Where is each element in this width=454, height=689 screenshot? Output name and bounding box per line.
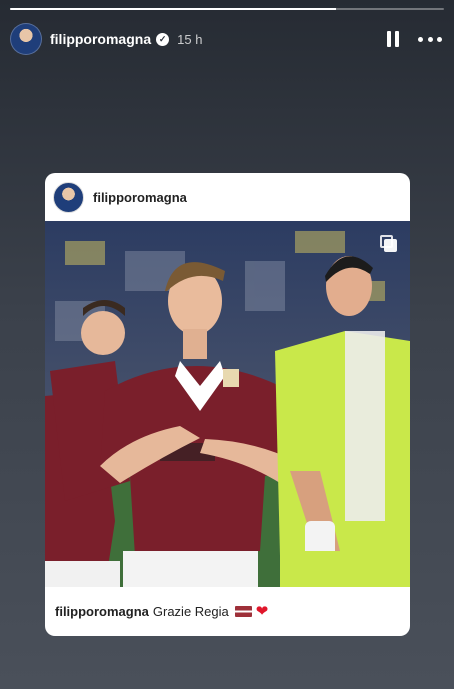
pause-button[interactable] [382,28,404,50]
story-progress-bar [10,8,444,10]
post-caption: filipporomagna Grazie Regia ❤ [45,587,410,636]
shared-post-card[interactable]: filipporomagna filipporomagna Grazie Reg… [45,173,410,636]
verified-badge-icon: ✓ [156,32,170,46]
post-photo[interactable] [45,221,410,587]
story-header: filipporomagna ✓ 15 h [10,22,442,56]
heart-icon: ❤ [255,603,269,620]
caption-username[interactable]: filipporomagna [55,604,149,619]
more-options-button[interactable] [418,28,442,50]
post-photo-illustration [45,221,410,587]
story-avatar[interactable] [10,23,42,55]
story-timestamp: 15 h [177,31,203,47]
carousel-icon [380,235,398,253]
post-username[interactable]: filipporomagna [93,190,187,205]
latvia-flag-icon [234,606,252,617]
story-progress-fill [10,8,336,10]
post-avatar[interactable] [53,181,84,213]
pause-icon [387,31,391,47]
caption-text: Grazie Regia [152,604,229,619]
more-options-icon [418,36,423,42]
story-username[interactable]: filipporomagna [50,31,151,47]
post-header: filipporomagna [45,173,410,221]
